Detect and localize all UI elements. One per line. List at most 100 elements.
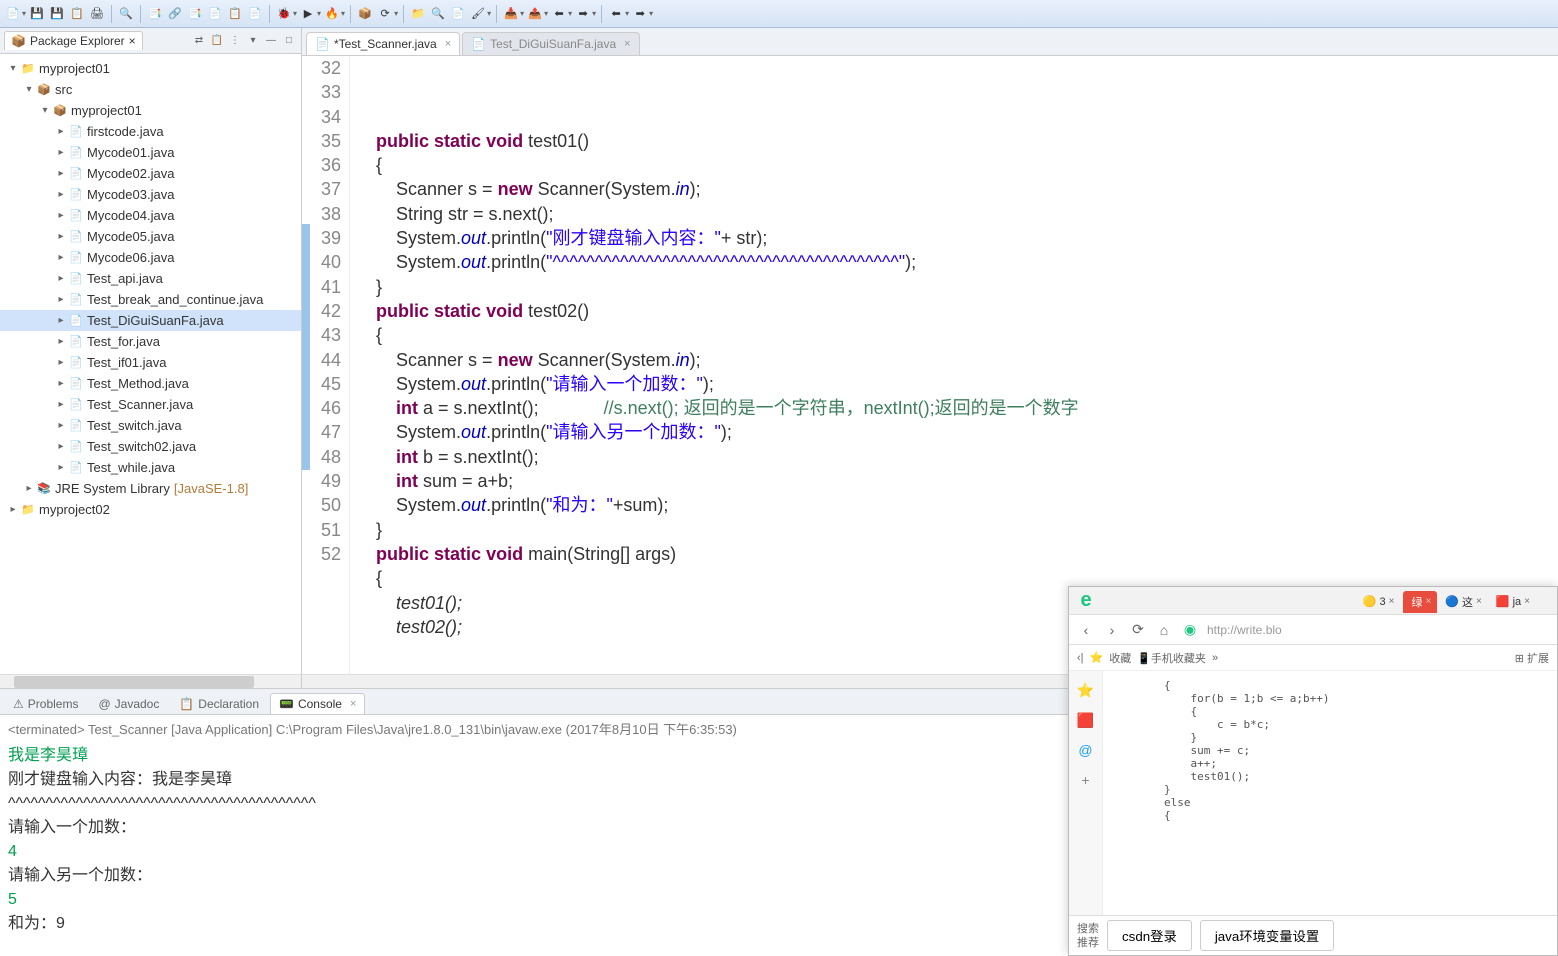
browser-tab[interactable]: 🟡3× [1357,591,1401,613]
browser-tab[interactable]: 绿× [1403,591,1438,613]
twisty-icon[interactable]: ▸ [54,252,68,263]
toolbar-button[interactable]: 🖨 [88,5,106,23]
toolbar-button[interactable]: 📑 [146,5,164,23]
reload-icon[interactable]: ⟳ [1129,621,1147,638]
twisty-icon[interactable]: ▸ [54,294,68,305]
browser-tab[interactable]: 🟥ja× [1490,591,1536,613]
bottom-tab-declaration[interactable]: 📋Declaration [170,693,268,714]
tree-item[interactable]: ▸📄Test_switch.java [0,415,301,436]
extensions-label[interactable]: ⊞ 扩展 [1515,650,1549,666]
dropdown-icon[interactable]: ▾ [568,9,572,18]
twisty-icon[interactable]: ▸ [54,231,68,242]
twisty-icon[interactable]: ▾ [22,84,36,95]
toolbar-button[interactable]: 📋 [68,5,86,23]
tree-item[interactable]: ▸📄Test_Scanner.java [0,394,301,415]
dropdown-icon[interactable]: ▾ [520,9,524,18]
twisty-icon[interactable]: ▸ [54,357,68,368]
tree-item[interactable]: ▸📁myproject02 [0,499,301,520]
bottom-tab-javadoc[interactable]: @Javadoc [89,693,168,714]
panel-tool-button[interactable]: ⋮ [227,33,243,49]
sidebar-icon[interactable]: 🟥 [1075,709,1097,731]
tree-item[interactable]: ▸📄Test_while.java [0,457,301,478]
tree-item[interactable]: ▸📄Mycode04.java [0,205,301,226]
twisty-icon[interactable]: ▸ [54,168,68,179]
toolbar-button[interactable]: 💾 [48,5,66,23]
tree-item[interactable]: ▸📄Test_for.java [0,331,301,352]
twisty-icon[interactable]: ▸ [6,504,20,515]
toolbar-button[interactable]: 📦 [356,5,374,23]
toolbar-button[interactable]: 📋 [226,5,244,23]
tree-item[interactable]: ▸📄Test_break_and_continue.java [0,289,301,310]
close-icon[interactable]: × [1426,596,1432,607]
twisty-icon[interactable]: ▸ [54,462,68,473]
toolbar-button[interactable]: 🔗 [166,5,184,23]
project-tree[interactable]: ▾📁myproject01▾📦src▾📦myproject01▸📄firstco… [0,54,301,674]
close-icon[interactable]: × [129,34,136,48]
tree-item[interactable]: ▾📦src [0,79,301,100]
tree-item[interactable]: ▸📄Test_switch02.java [0,436,301,457]
close-icon[interactable]: × [1389,596,1395,607]
toolbar-button[interactable]: 📤 [526,5,544,23]
tree-item[interactable]: ▾📁myproject01 [0,58,301,79]
dropdown-icon[interactable]: ▾ [544,9,548,18]
twisty-icon[interactable]: ▸ [54,210,68,221]
toolbar-button[interactable]: 📁 [409,5,427,23]
panel-tool-button[interactable]: 📋 [209,33,225,49]
favorites-label[interactable]: 收藏 [1109,650,1131,666]
toolbar-button[interactable]: ▶ [299,5,317,23]
more-icon[interactable]: » [1212,652,1218,664]
twisty-icon[interactable]: ▸ [54,336,68,347]
browser-content[interactable]: { for(b = 1;b <= a;b++) { c = b*c; } sum… [1103,671,1557,915]
dropdown-icon[interactable]: ▾ [394,9,398,18]
toolbar-button[interactable]: 📄 [206,5,224,23]
tree-item[interactable]: ▸📄Test_if01.java [0,352,301,373]
toolbar-button[interactable]: 📑 [186,5,204,23]
toolbar-button[interactable]: 🔥 [323,5,341,23]
dropdown-icon[interactable]: ▾ [592,9,596,18]
dropdown-icon[interactable]: ▾ [487,9,491,18]
tree-item[interactable]: ▸📄firstcode.java [0,121,301,142]
dropdown-icon[interactable]: ▾ [293,9,297,18]
toolbar-button[interactable]: 🐞 [275,5,293,23]
twisty-icon[interactable]: ▸ [54,273,68,284]
editor-tab[interactable]: 📄Test_DiGuiSuanFa.java× [462,32,639,55]
close-icon[interactable]: × [445,38,451,50]
toolbar-button[interactable]: 📄 [449,5,467,23]
toolbar-button[interactable]: 📄 [4,5,22,23]
home-icon[interactable]: ⌂ [1155,622,1173,638]
phone-favorites[interactable]: 📱手机收藏夹 [1137,650,1206,666]
twisty-icon[interactable]: ▸ [54,420,68,431]
tree-item[interactable]: ▸📄Test_Method.java [0,373,301,394]
tree-item[interactable]: ▸📚JRE System Library[JavaSE-1.8] [0,478,301,499]
close-icon[interactable]: × [1476,596,1482,607]
sidebar-icon[interactable]: + [1075,769,1097,791]
dropdown-icon[interactable]: ▾ [22,9,26,18]
url-bar[interactable]: http://write.blo [1207,623,1549,637]
tree-item[interactable]: ▸📄Mycode01.java [0,142,301,163]
close-icon[interactable]: × [624,38,630,50]
bottom-tab-problems[interactable]: ⚠Problems [4,693,87,714]
star-icon[interactable]: ⭐ [1090,651,1104,664]
dropdown-icon[interactable]: ▾ [649,9,653,18]
toolbar-button[interactable]: 🔍 [429,5,447,23]
back-icon[interactable]: ‹ [1077,622,1095,638]
twisty-icon[interactable]: ▸ [54,315,68,326]
twisty-icon[interactable]: ▸ [22,483,36,494]
java-env-button[interactable]: java环境变量设置 [1200,920,1334,951]
toolbar-button[interactable]: 📄 [246,5,264,23]
twisty-icon[interactable]: ▾ [6,63,20,74]
sidebar-icon[interactable]: @ [1075,739,1097,761]
tree-item[interactable]: ▸📄Mycode02.java [0,163,301,184]
dropdown-icon[interactable]: ▾ [625,9,629,18]
csdn-login-button[interactable]: csdn登录 [1107,920,1192,951]
sidebar-icon[interactable]: ⭐ [1075,679,1097,701]
twisty-icon[interactable]: ▾ [38,105,52,116]
panel-tool-button[interactable]: □ [281,33,297,49]
twisty-icon[interactable]: ▸ [54,147,68,158]
tree-item[interactable]: ▸📄Mycode03.java [0,184,301,205]
dropdown-icon[interactable]: ▾ [341,9,345,18]
twisty-icon[interactable]: ▸ [54,399,68,410]
package-explorer-tab[interactable]: 📦 Package Explorer × [4,31,143,50]
close-icon[interactable]: × [350,698,356,710]
panel-tool-button[interactable]: ⇄ [191,33,207,49]
